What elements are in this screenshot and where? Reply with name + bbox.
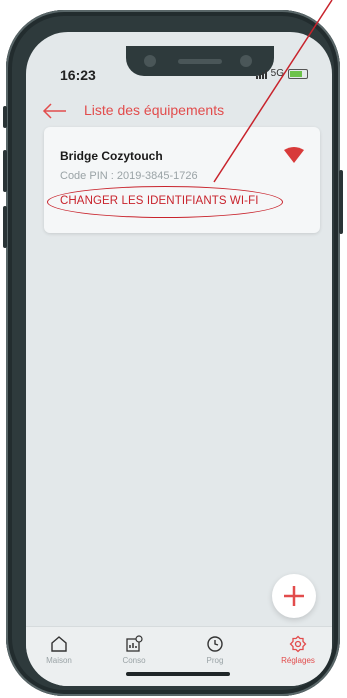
tab-reglages[interactable]: Réglages [268, 635, 328, 665]
plus-icon [284, 586, 304, 606]
tab-label: Conso [122, 656, 146, 665]
volume-down-button [3, 206, 7, 248]
speaker [178, 59, 222, 64]
bottom-tab-bar: Maison Conso Prog Réglages [26, 626, 332, 686]
mute-switch [3, 106, 7, 128]
tab-label: Maison [46, 656, 72, 665]
back-arrow-icon[interactable] [42, 101, 68, 121]
phone-frame: 16:23 5G Liste des équipements Bridge Co… [3, 10, 343, 696]
camera [144, 55, 156, 67]
change-wifi-credentials-link[interactable]: CHANGER LES IDENTIFIANTS WI-FI [60, 195, 259, 207]
status-time: 16:23 [60, 67, 96, 83]
tab-label: Réglages [281, 656, 315, 665]
signal-icon [255, 69, 267, 79]
power-button [339, 170, 343, 234]
tab-label: Prog [206, 656, 224, 665]
sensor [240, 55, 252, 67]
status-icons: 5G [255, 68, 308, 79]
tab-conso[interactable]: Conso [104, 635, 164, 665]
home-indicator [126, 672, 230, 676]
network-type: 5G [270, 68, 284, 79]
app-header: Liste des équipements [26, 95, 332, 125]
device-name: Bridge Cozytouch [60, 149, 163, 163]
gear-icon [289, 635, 307, 653]
volume-up-button [3, 150, 7, 192]
phone-screen: 16:23 5G Liste des équipements Bridge Co… [26, 32, 332, 686]
wifi-icon [284, 147, 304, 163]
consumption-icon [126, 635, 143, 652]
device-pin: Code PIN : 2019-3845-1726 [60, 170, 198, 182]
tab-prog[interactable]: Prog [185, 635, 245, 665]
home-icon [51, 636, 67, 652]
add-device-button[interactable] [272, 574, 316, 618]
clock-icon [207, 636, 223, 652]
page-title: Liste des équipements [84, 102, 225, 118]
device-card: Bridge Cozytouch Code PIN : 2019-3845-17… [44, 127, 320, 233]
battery-icon [288, 68, 308, 79]
tab-maison[interactable]: Maison [29, 635, 89, 665]
notch [126, 46, 274, 76]
